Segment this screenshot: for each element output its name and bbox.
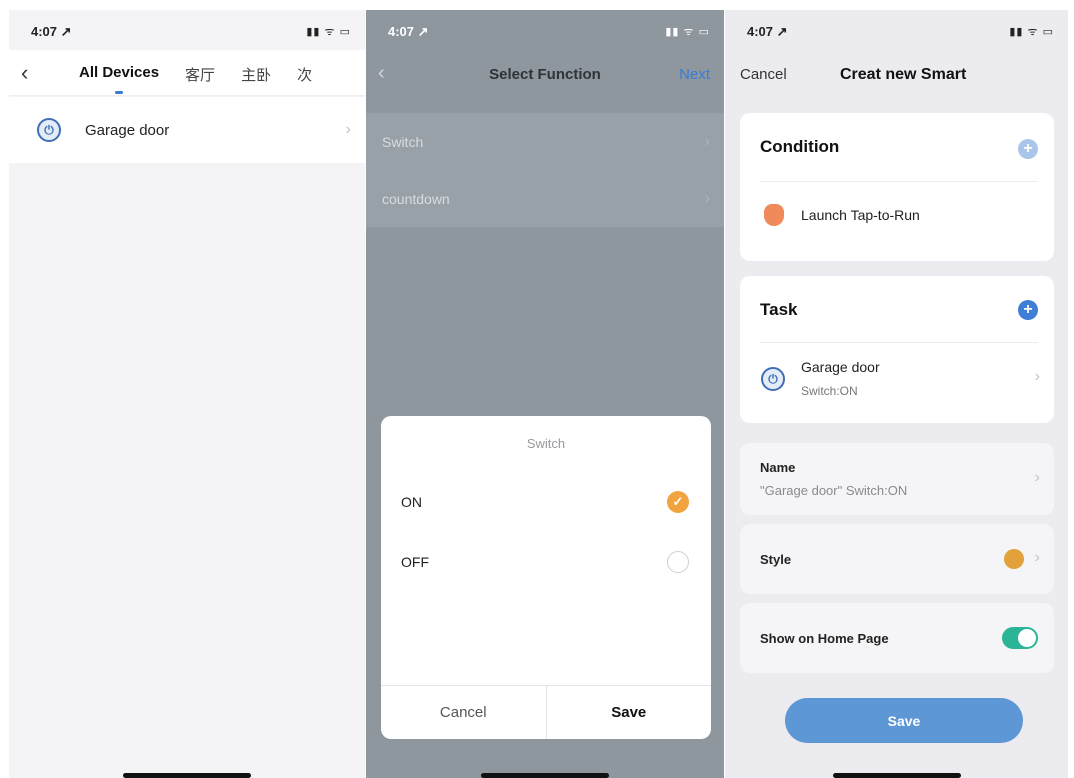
cancel-button[interactable]: Cancel (381, 686, 547, 739)
chevron-right-icon: › (345, 121, 351, 138)
condition-card: Condition + Launch Tap-to-Run (740, 113, 1054, 261)
room-tab-bar: ‹ All Devices 客厅 主卧 次 (9, 50, 365, 96)
tab-living-room[interactable]: 客厅 (185, 64, 215, 85)
show-on-home-toggle[interactable] (1002, 627, 1038, 649)
name-value: "Garage door" Switch:ON (760, 483, 908, 498)
style-tag-icon (1004, 549, 1024, 569)
status-time: 4:07 ↗ (31, 24, 72, 39)
dialog-buttons: Cancel Save (381, 685, 711, 739)
power-icon: ⏻ (37, 118, 61, 142)
add-condition-icon[interactable]: + (1018, 139, 1038, 159)
power-icon: ⏻ (761, 367, 785, 391)
function-label: Switch (382, 133, 424, 150)
status-icons: ▮▮ ᯤ ▭ (306, 26, 351, 38)
status-icons: ▮▮ ᯤ ▭ (1009, 26, 1054, 38)
status-bar: 4:07 ↗ ▮▮ ᯤ ▭ (725, 10, 1068, 50)
tab-second-room[interactable]: 次 (297, 64, 312, 85)
option-label: OFF (401, 554, 429, 570)
page-title: Creat new Smart (840, 66, 967, 83)
save-button[interactable]: Save (785, 698, 1023, 743)
tab-master-bedroom[interactable]: 主卧 (241, 64, 271, 85)
function-row-switch[interactable]: Switch › (366, 113, 724, 170)
show-on-home-row: Show on Home Page (740, 603, 1054, 673)
home-indicator (832, 773, 961, 778)
status-time: 4:07 ↗ (747, 24, 788, 39)
save-button[interactable]: Save (547, 686, 712, 739)
device-name: Garage door (85, 121, 170, 139)
nav-bar: ‹ Select Function Next (366, 50, 724, 96)
chevron-right-icon: › (1034, 469, 1040, 486)
radio-empty-icon (667, 551, 689, 573)
status-bar: 4:07 ↗ ▮▮ ᯤ ▭ (366, 10, 724, 50)
select-function-screen: 4:07 ↗ ▮▮ ᯤ ▭ ‹ Select Function Next Swi… (366, 10, 724, 778)
divider (760, 181, 1038, 182)
back-chevron-icon[interactable]: ‹ (21, 60, 28, 86)
function-row-countdown[interactable]: countdown › (366, 170, 724, 227)
checkmark-icon: ✓ (667, 491, 689, 513)
function-list: Switch › countdown › (366, 113, 724, 227)
cancel-button[interactable]: Cancel (740, 66, 787, 83)
chevron-right-icon: › (1034, 368, 1040, 385)
room-tabs: All Devices 客厅 主卧 次 (79, 64, 312, 85)
name-row[interactable]: Name "Garage door" Switch:ON › (740, 443, 1054, 515)
task-heading: Task (760, 300, 798, 319)
chevron-right-icon: › (704, 132, 710, 150)
style-row[interactable]: Style › (740, 524, 1054, 594)
tab-all-devices[interactable]: All Devices (79, 64, 159, 85)
home-indicator (481, 773, 609, 778)
device-row-garage-door[interactable]: ⏻ Garage door › (9, 97, 365, 163)
task-card: Task + ⏻ Garage door Switch:ON › (740, 276, 1054, 423)
task-device-name: Garage door (801, 359, 880, 375)
condition-item: Launch Tap-to-Run (801, 207, 920, 223)
status-bar: 4:07 ↗ ▮▮ ᯤ ▭ (9, 10, 365, 50)
show-on-home-label: Show on Home Page (760, 631, 889, 646)
home-indicator (123, 773, 251, 778)
add-task-icon[interactable]: + (1018, 300, 1038, 320)
divider (760, 342, 1038, 343)
chevron-right-icon: › (704, 189, 710, 207)
tap-hand-icon (764, 204, 784, 226)
chevron-right-icon: › (1034, 549, 1040, 566)
condition-heading: Condition (760, 137, 840, 156)
option-off[interactable]: OFF (381, 536, 711, 588)
nav-bar: Cancel Creat new Smart (725, 50, 1068, 96)
status-time: 4:07 ↗ (388, 24, 429, 39)
option-label: ON (401, 494, 422, 510)
dialog-title: Switch (526, 436, 566, 451)
page-title: Select Function (489, 66, 601, 83)
task-action: Switch:ON (801, 384, 858, 398)
function-label: countdown (382, 190, 450, 207)
style-label: Style (760, 552, 792, 567)
next-button[interactable]: Next (679, 66, 710, 83)
create-smart-screen: 4:07 ↗ ▮▮ ᯤ ▭ Cancel Creat new Smart Con… (725, 10, 1068, 778)
switch-dialog: Switch ON ✓ OFF Cancel Save (381, 416, 711, 739)
name-label: Name (760, 460, 796, 475)
device-list-screen: 4:07 ↗ ▮▮ ᯤ ▭ ‹ All Devices 客厅 主卧 次 ⏻ Ga… (9, 10, 365, 778)
option-on[interactable]: ON ✓ (381, 476, 711, 528)
status-icons: ▮▮ ᯤ ▭ (665, 26, 710, 38)
